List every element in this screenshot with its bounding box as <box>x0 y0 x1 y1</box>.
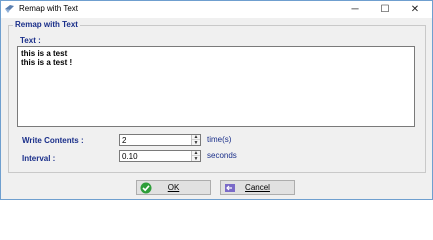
text-input[interactable]: this is a test this is a test ! <box>17 46 415 127</box>
group-legend: Remap with Text <box>13 20 80 29</box>
write-contents-value[interactable]: 2 <box>122 136 126 145</box>
minimize-button[interactable]: ─ <box>341 1 369 17</box>
spin-down-icon[interactable]: ▼ <box>192 140 200 146</box>
minimize-icon: ─ <box>351 3 359 15</box>
write-contents-stepper[interactable]: 2 ▲ ▼ <box>119 134 201 146</box>
interval-label: Interval : <box>22 154 56 163</box>
maximize-icon: ☐ <box>380 3 390 15</box>
close-icon: ✕ <box>410 3 420 15</box>
dialog-window: Remap with Text ─ ☐ ✕ Remap with Text Te… <box>0 0 433 200</box>
ok-label: OK <box>167 183 180 192</box>
close-button[interactable]: ✕ <box>401 1 429 17</box>
cancel-label: Cancel <box>245 183 270 192</box>
text-label: Text : <box>20 36 41 45</box>
interval-unit: seconds <box>207 151 237 160</box>
interval-spin: ▲ ▼ <box>191 150 200 162</box>
interval-stepper[interactable]: 0.10 ▲ ▼ <box>119 150 201 162</box>
window-title: Remap with Text <box>19 4 78 13</box>
title-bar[interactable]: Remap with Text ─ ☐ ✕ <box>1 1 432 18</box>
write-contents-spin: ▲ ▼ <box>191 134 200 146</box>
app-icon <box>5 5 14 13</box>
spin-down-icon[interactable]: ▼ <box>192 156 200 162</box>
write-contents-label: Write Contents : <box>22 136 84 145</box>
write-contents-unit: time(s) <box>207 135 232 144</box>
maximize-button[interactable]: ☐ <box>371 1 399 17</box>
interval-value[interactable]: 0.10 <box>122 152 138 161</box>
ok-button[interactable]: OK <box>136 180 211 195</box>
cancel-button[interactable]: Cancel <box>220 180 295 195</box>
